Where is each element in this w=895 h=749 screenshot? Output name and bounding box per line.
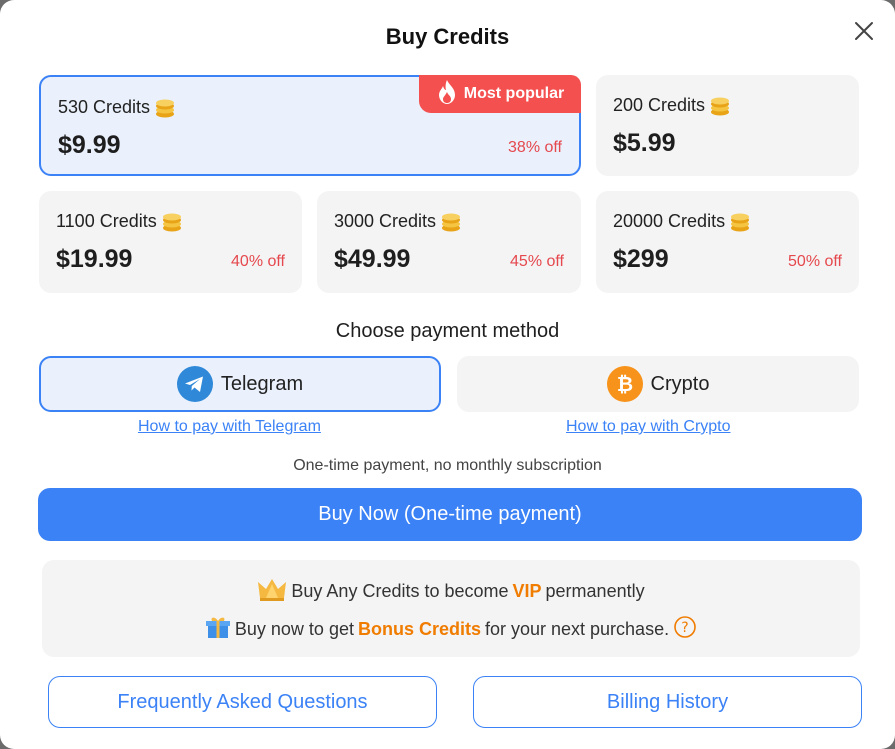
howto-crypto-link[interactable]: How to pay with Crypto [566, 418, 731, 436]
package-card-200[interactable]: 200 Credits $5.99 [596, 75, 859, 176]
package-discount: 40% off [231, 253, 285, 270]
howto-telegram-link[interactable]: How to pay with Telegram [138, 418, 321, 436]
package-credits: 530 Credits [58, 97, 176, 118]
package-price: $299 [613, 245, 669, 273]
package-discount: 45% off [510, 253, 564, 270]
telegram-icon [176, 366, 213, 402]
coins-icon [709, 96, 731, 116]
buy-now-button[interactable]: Buy Now (One-time payment) [38, 488, 862, 541]
most-popular-badge: Most popular [419, 75, 581, 113]
payment-option-label: Crypto [650, 372, 710, 395]
package-discount: 38% off [508, 139, 562, 156]
package-price: $19.99 [56, 245, 133, 273]
package-credits: 200 Credits [613, 95, 731, 116]
bitcoin-icon: ₿ [606, 366, 643, 402]
vip-perk: Buy Any Credits to become VIP permanentl… [42, 576, 860, 607]
help-icon[interactable]: ? [673, 615, 697, 644]
dialog-title: Buy Credits [385, 24, 510, 49]
package-card-3000[interactable]: 3000 Credits $49.99 45% off [317, 191, 581, 293]
package-card-530[interactable]: 530 Credits $9.99 38% off Most popular [39, 75, 581, 176]
coins-icon [729, 212, 751, 232]
package-credits: 1100 Credits [56, 211, 183, 232]
package-discount: 50% off [788, 253, 842, 270]
coins-icon [161, 212, 183, 232]
perks-panel: Buy Any Credits to become VIP permanentl… [42, 560, 860, 657]
bonus-perk: Buy now to get Bonus Credits for your ne… [42, 614, 860, 645]
package-credits: 3000 Credits [334, 211, 462, 232]
billing-history-button[interactable]: Billing History [473, 676, 862, 728]
payment-option-telegram[interactable]: Telegram [39, 356, 441, 412]
coins-icon [440, 212, 462, 232]
payment-option-label: Telegram [220, 372, 304, 395]
package-card-1100[interactable]: 1100 Credits $19.99 40% off [39, 191, 302, 293]
buy-credits-dialog: Buy Credits 530 Credits $9.99 38% off Mo… [0, 0, 895, 749]
payment-option-crypto[interactable]: ₿ Crypto [457, 356, 859, 412]
crown-icon [257, 576, 287, 607]
faq-button[interactable]: Frequently Asked Questions [48, 676, 437, 728]
package-credits: 20000 Credits [613, 211, 751, 232]
package-price: $49.99 [334, 245, 411, 273]
one-time-payment-note: One-time payment, no monthly subscriptio… [293, 457, 602, 474]
package-price: $5.99 [613, 129, 676, 157]
coins-icon [154, 98, 176, 118]
package-price: $9.99 [58, 131, 121, 159]
fire-icon [436, 79, 458, 110]
payment-method-label: Choose payment method [335, 320, 560, 342]
package-card-20000[interactable]: 20000 Credits $299 50% off [596, 191, 859, 293]
svg-text:?: ? [681, 620, 688, 636]
close-icon[interactable] [851, 18, 877, 44]
gift-icon [205, 614, 231, 645]
svg-text:₿: ₿ [616, 372, 632, 396]
